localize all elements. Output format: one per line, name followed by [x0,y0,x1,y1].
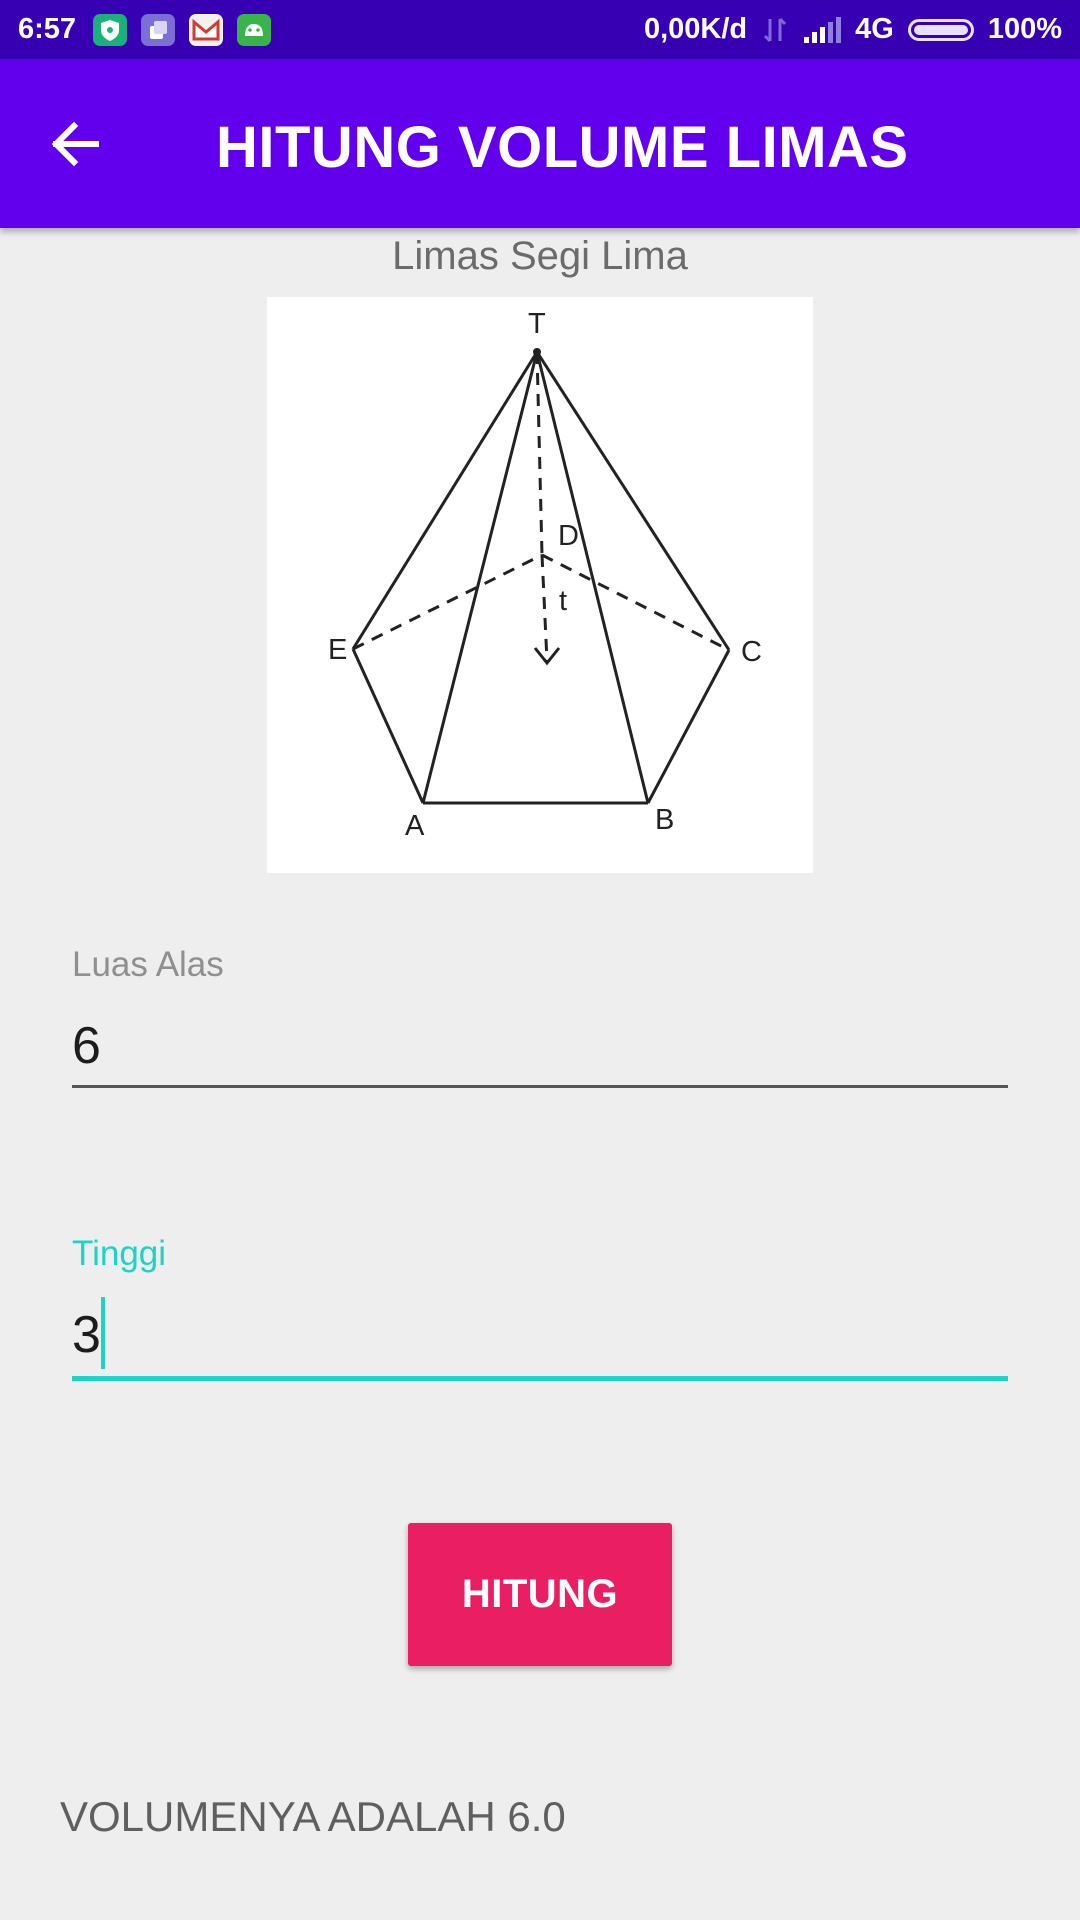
tinggi-label: Tinggi [72,1234,167,1273]
luas-alas-underline [72,1085,1008,1088]
signal-icon [804,16,842,43]
back-button[interactable] [46,114,126,174]
luas-alas-input[interactable] [72,1007,1008,1085]
point-label-t: T [528,308,546,340]
battery-level [913,24,968,35]
pyramid-diagram: T D t E C A B [267,297,813,873]
android-icon [237,14,271,46]
luas-alas-label: Luas Alas [72,945,224,984]
battery-icon [907,18,974,41]
tinggi-input[interactable] [72,1296,1008,1374]
status-time: 6:57 [18,13,77,45]
status-bar: 6:57 0,00K/d 4G 100% [0,0,1080,59]
shape-label: Limas Segi Lima [392,234,688,278]
point-label-b: B [655,804,674,836]
text-cursor [101,1297,105,1369]
shield-app-icon [93,14,127,46]
arrow-left-icon [51,121,99,167]
network-speed: 0,00K/d [643,13,748,45]
gmail-icon [189,14,223,46]
page-title: HITUNG VOLUME LIMAS [216,115,909,180]
point-label-c: C [741,636,762,668]
hitung-button[interactable]: HITUNG [408,1523,672,1666]
point-label-d: D [558,520,579,552]
app-bar: HITUNG VOLUME LIMAS [0,59,1080,228]
battery-text: 100% [987,13,1062,45]
tinggi-underline [72,1376,1008,1381]
point-label-e: E [328,634,347,666]
copy-app-icon [141,14,175,46]
network-type: 4G [855,13,894,45]
height-label-t: t [559,585,567,617]
point-label-a: A [405,810,425,842]
result-text: VOLUMENYA ADALAH 6.0 [60,1793,566,1840]
data-transfer-icon [764,17,787,42]
